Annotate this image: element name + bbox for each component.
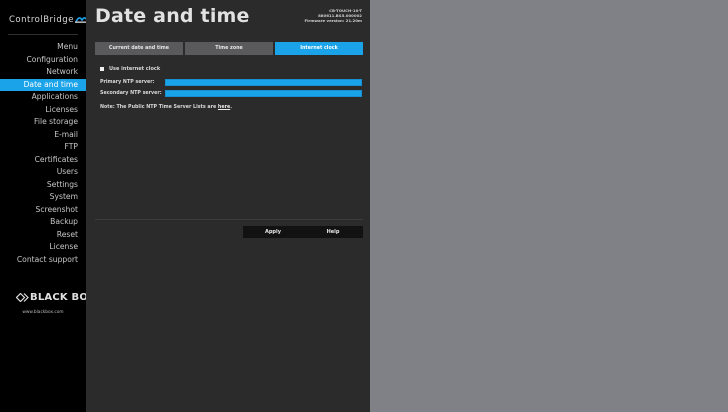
note-text: Note: The Public NTP Time Server Lists a… [100, 105, 218, 110]
page-title: Date and time [95, 5, 250, 27]
sidebar-divider [8, 34, 78, 35]
sidebar-item-screenshot[interactable]: Screenshot [0, 204, 86, 217]
note-suffix: . [230, 105, 233, 110]
controlbridge-logo: ControlBridge [9, 14, 89, 25]
sidebar-item-ftp[interactable]: FTP [0, 141, 86, 154]
sidebar-item-backup[interactable]: Backup [0, 216, 86, 229]
tab-current-date-and-time[interactable]: Current date and time [95, 42, 183, 55]
main-panel: Date and time CB-TOUCH-10-T 880611.BS5.0… [86, 0, 370, 412]
secondary-ntp-label: Secondary NTP server: [100, 91, 162, 96]
tab-internet-clock[interactable]: Internet clock [275, 42, 363, 55]
sidebar-item-settings[interactable]: Settings [0, 179, 86, 192]
ntp-list-link[interactable]: here [218, 105, 230, 110]
logo-text: ControlBridge [9, 15, 74, 25]
brand-url[interactable]: www.blackbox.com [0, 310, 86, 315]
sidebar-item-e-mail[interactable]: E-mail [0, 129, 86, 142]
secondary-ntp-input[interactable] [165, 90, 362, 97]
sidebar-item-file-storage[interactable]: File storage [0, 116, 86, 129]
diamond-logo-icon [15, 292, 29, 303]
sidebar-menu: Menu Configuration Network Date and time App… [0, 41, 86, 266]
sidebar-item-date-and-time[interactable]: Date and time [0, 78, 86, 91]
sidebar-item-applications[interactable]: Applications [0, 91, 86, 104]
use-internet-clock-row[interactable]: Use internet clock [100, 66, 160, 72]
sidebar-item-network[interactable]: Network [0, 66, 86, 79]
sidebar-item-contact-support[interactable]: Contact support [0, 254, 86, 267]
sidebar: ControlBridge Menu Configuration Network Da… [0, 0, 95, 412]
sidebar-item-menu[interactable]: Menu [0, 41, 86, 54]
tab-time-zone[interactable]: Time zone [185, 42, 273, 55]
sidebar-item-system[interactable]: System [0, 191, 86, 204]
sidebar-item-users[interactable]: Users [0, 166, 86, 179]
form-divider [95, 219, 363, 220]
sidebar-item-license[interactable]: License [0, 241, 86, 254]
ntp-note: Note: The Public NTP Time Server Lists a… [100, 105, 232, 110]
use-internet-clock-label: Use internet clock [109, 66, 161, 72]
black-box-logo: BLACK BOX [15, 292, 96, 303]
use-internet-clock-checkbox[interactable] [100, 67, 104, 71]
device-info: CB-TOUCH-10-T 880611.BS5.000002 Firmware… [304, 8, 362, 24]
sidebar-item-configuration[interactable]: Configuration [0, 54, 86, 67]
apply-button[interactable]: Apply [243, 226, 303, 238]
primary-ntp-input[interactable] [165, 79, 362, 86]
sidebar-item-certificates[interactable]: Certificates [0, 154, 86, 167]
firmware-version: Firmware version: 21.20m [304, 18, 362, 24]
tab-bar: Current date and time Time zone Internet c… [95, 42, 363, 55]
primary-ntp-label: Primary NTP server: [100, 80, 155, 85]
sidebar-item-reset[interactable]: Reset [0, 229, 86, 242]
help-button[interactable]: Help [303, 226, 363, 238]
sidebar-item-licenses[interactable]: Licenses [0, 104, 86, 117]
